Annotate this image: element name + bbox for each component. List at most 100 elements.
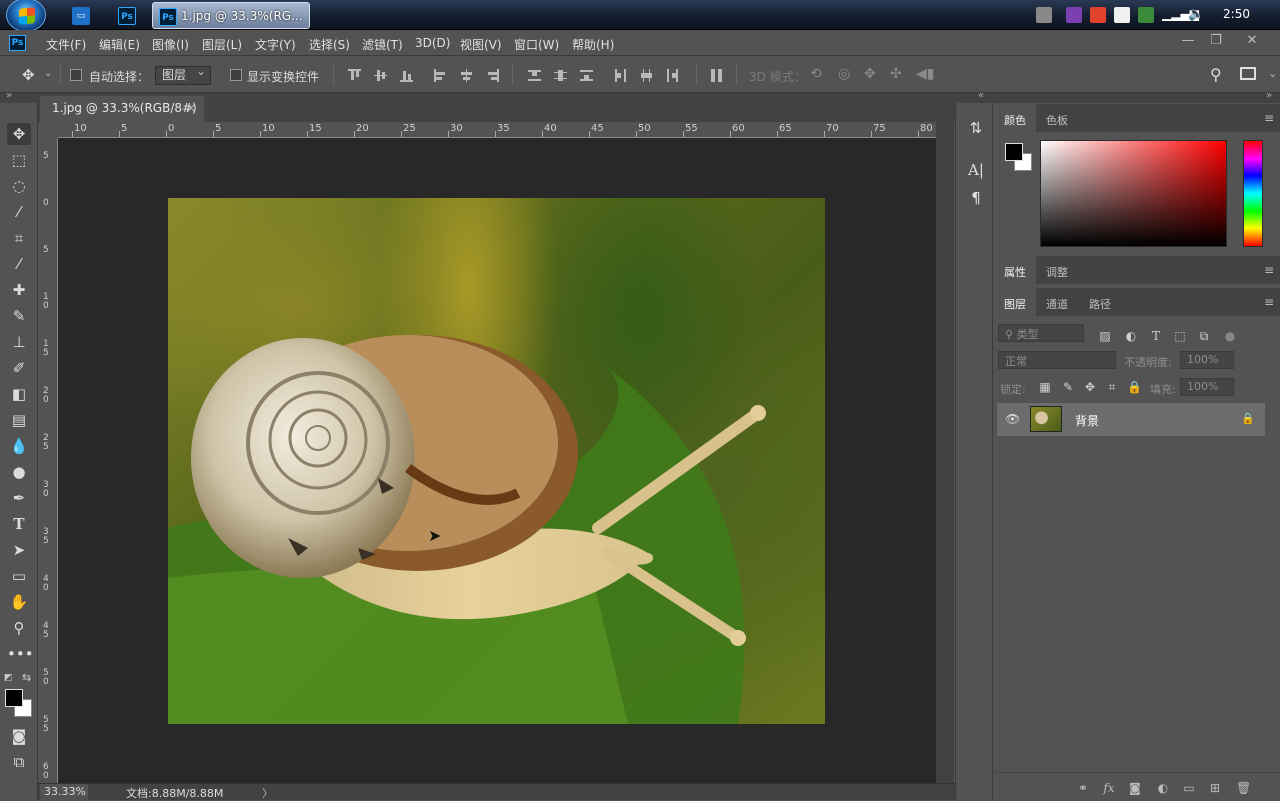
tab-properties[interactable]: 属性 [994, 256, 1036, 284]
3d-slide-icon[interactable]: ✣ [890, 66, 902, 82]
menu-view[interactable]: 视图(V) [460, 36, 502, 53]
type-tool-icon[interactable]: T [7, 513, 31, 535]
paragraph-panel-icon[interactable]: ¶ [967, 189, 985, 207]
tray-app-c-icon[interactable] [1090, 7, 1106, 23]
workspace-chevron-icon[interactable]: ⌄ [1268, 67, 1277, 80]
auto-select-checkbox[interactable] [70, 69, 82, 81]
distribute-right-icon[interactable] [666, 69, 679, 82]
3d-roll-icon[interactable]: ◎ [838, 66, 850, 82]
filter-type-icon[interactable]: T [1149, 329, 1163, 343]
menu-type[interactable]: 文字(Y) [255, 36, 296, 53]
auto-select-target-dropdown[interactable]: 图层 [155, 63, 211, 85]
opacity-field[interactable]: 100% [1180, 351, 1234, 369]
adjustment-layer-icon[interactable]: ◐ [1156, 781, 1170, 795]
new-layer-icon[interactable]: ⊞ [1208, 781, 1222, 795]
distribute-hcenter-icon[interactable] [640, 69, 653, 82]
collapse-right-icon[interactable]: » [1266, 90, 1272, 101]
volume-icon[interactable]: 🔈 [1188, 7, 1204, 23]
tray-app-icon[interactable] [1066, 7, 1082, 23]
character-panel-icon[interactable]: A| [967, 161, 985, 179]
add-mask-icon[interactable]: ◙ [1128, 781, 1142, 795]
start-button[interactable] [6, 0, 46, 32]
gradient-tool-icon[interactable]: ▤ [7, 409, 31, 431]
photoshop-logo-icon[interactable]: Ps [9, 35, 26, 51]
tab-layers[interactable]: 图层 [994, 288, 1036, 316]
tab-channels[interactable]: 通道 [1036, 288, 1078, 316]
signal-icon[interactable]: ▁▂▄▆ [1162, 7, 1199, 23]
visibility-eye-icon[interactable]: 👁 [1005, 412, 1020, 426]
delete-layer-icon[interactable]: 🗑 [1236, 781, 1251, 795]
menu-help[interactable]: 帮助(H) [572, 36, 614, 53]
move-tool-preset-icon[interactable]: ✥ [22, 66, 35, 84]
filter-pixel-icon[interactable]: ▨ [1098, 329, 1112, 343]
link-layers-icon[interactable]: ⚭ [1076, 781, 1090, 795]
eraser-tool-icon[interactable]: ◧ [7, 383, 31, 405]
tab-color[interactable]: 颜色 [994, 104, 1036, 132]
align-bottom-icon[interactable] [400, 69, 413, 82]
color-picker-field[interactable] [1040, 140, 1227, 247]
clone-stamp-tool-icon[interactable]: ⊥ [7, 331, 31, 353]
menu-window[interactable]: 窗口(W) [514, 36, 559, 53]
crop-tool-icon[interactable]: ⌗ [7, 227, 31, 249]
new-group-icon[interactable]: ▭ [1182, 781, 1196, 795]
history-panel-icon[interactable]: ⇅ [967, 119, 985, 137]
layer-lock-icon[interactable]: 🔒 [1241, 412, 1255, 425]
document-tab[interactable]: 1.jpg @ 33.3%(RGB/8#) × [40, 96, 204, 122]
hue-slider[interactable] [1243, 140, 1263, 247]
menu-file[interactable]: 文件(F) [46, 36, 86, 53]
lock-image-icon[interactable]: ✎ [1061, 380, 1075, 394]
align-right-icon[interactable] [486, 69, 499, 82]
3d-pan-icon[interactable]: ✥ [864, 66, 876, 82]
swap-colors-icon[interactable]: ⇆ [22, 671, 31, 684]
align-left-icon[interactable] [434, 69, 447, 82]
close-icon[interactable]: ✕ [1242, 33, 1262, 51]
ruler-origin[interactable] [40, 122, 58, 138]
taskbar-app-explorer[interactable]: ▭ [60, 2, 102, 29]
workspace-icon[interactable] [1240, 67, 1256, 80]
lasso-tool-icon[interactable]: ◌ [7, 175, 31, 197]
taskbar-app-photoshop[interactable]: Ps [106, 2, 148, 29]
blend-mode-dropdown[interactable]: 正常 [998, 351, 1116, 369]
tab-swatches[interactable]: 色板 [1036, 104, 1078, 132]
distribute-top-icon[interactable] [528, 69, 541, 82]
menu-image[interactable]: 图像(I) [152, 36, 189, 53]
layer-row-background[interactable]: 👁 背景 🔒 [997, 403, 1265, 436]
auto-align-icon[interactable] [710, 69, 723, 82]
path-selection-tool-icon[interactable]: ➤ [7, 539, 31, 561]
lock-position-icon[interactable]: ✥ [1083, 380, 1097, 394]
zoom-tool-icon[interactable]: ⚲ [7, 617, 31, 639]
pen-tool-icon[interactable]: ✒ [7, 487, 31, 509]
filter-toggle-icon[interactable]: ● [1223, 329, 1237, 343]
marquee-tool-icon[interactable]: ⬚ [7, 149, 31, 171]
panel-menu-icon[interactable]: ≡ [1264, 295, 1274, 309]
eyedropper-tool-icon[interactable]: ⁄ [7, 253, 31, 275]
search-icon[interactable]: ⚲ [1210, 65, 1222, 84]
menu-3d[interactable]: 3D(D) [415, 36, 450, 50]
close-tab-icon[interactable]: × [186, 101, 196, 115]
taskbar-clock[interactable]: 2:50 [1223, 7, 1250, 21]
show-transform-checkbox[interactable] [230, 69, 242, 81]
panel-menu-icon[interactable]: ≡ [1264, 263, 1274, 277]
menu-select[interactable]: 选择(S) [309, 36, 350, 53]
default-colors-icon[interactable]: ◩ [4, 673, 13, 683]
healing-brush-tool-icon[interactable]: ✚ [7, 279, 31, 301]
minimize-icon[interactable]: — [1178, 33, 1198, 51]
align-vcenter-icon[interactable] [374, 69, 387, 82]
distribute-bottom-icon[interactable] [580, 69, 593, 82]
layer-style-fx-icon[interactable]: fx [1102, 781, 1116, 795]
foreground-color-swatch[interactable] [5, 689, 23, 707]
lock-transparency-icon[interactable]: ▦ [1038, 380, 1052, 394]
ruler-vertical[interactable]: 5 0 5 10 15 20 25 30 35 40 45 50 55 60 [40, 138, 58, 783]
distribute-vcenter-icon[interactable] [554, 69, 567, 82]
magic-wand-tool-icon[interactable]: ⁄ [7, 201, 31, 223]
blur-tool-icon[interactable]: 💧 [7, 435, 31, 457]
hand-tool-icon[interactable]: ✋ [7, 591, 31, 613]
brush-tool-icon[interactable]: ✎ [7, 305, 31, 327]
3d-scale-icon[interactable]: ◀▮ [916, 66, 934, 82]
filter-smart-object-icon[interactable]: ⧉ [1197, 329, 1211, 343]
restore-icon[interactable]: ❐ [1206, 33, 1226, 51]
collapse-mid-icon[interactable]: « [978, 90, 984, 101]
more-tools-icon[interactable]: ••• [7, 643, 34, 665]
vertical-scrollbar[interactable] [936, 122, 954, 783]
zoom-level-field[interactable]: 33.33% [40, 784, 88, 800]
